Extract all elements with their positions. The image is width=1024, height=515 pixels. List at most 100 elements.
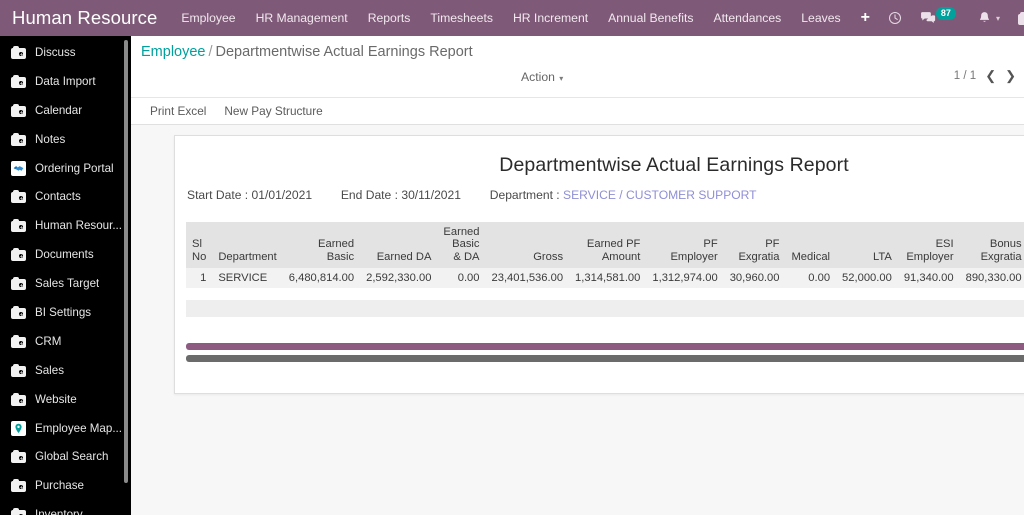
menu-item-hr-management[interactable]: HR Management (246, 0, 358, 36)
breadcrumb-root-link[interactable]: Employee (141, 44, 205, 60)
chevron-right-icon[interactable]: ❯ (1005, 69, 1016, 82)
sidebar-item-label: Calendar (35, 103, 83, 117)
sidebar-scrollbar[interactable] (124, 40, 128, 483)
notifications-button[interactable]: ▾ (970, 0, 1008, 36)
table-cell: 1,314,581.00 (569, 268, 647, 289)
action-dropdown[interactable]: Action ▾ (521, 70, 563, 84)
sidebar-item-employee-map[interactable]: Employee Map... (0, 414, 131, 443)
sidebar-item-list: + Discuss + Data Import + Calendar + Notes Order… (0, 36, 131, 515)
main-content: Employee / Departmentwise Actual Earnings … (131, 36, 1024, 515)
table-header-row: Sl No Department Earned Basic Earned DA Earn… (186, 222, 1024, 269)
sidebar-item-label: Inventory (35, 508, 83, 515)
report-title: Departmentwise Actual Earnings Report (499, 154, 849, 176)
main-menu: Employee HR Management Reports Timesheet… (171, 0, 880, 36)
sidebar-item-documents[interactable]: + Documents (0, 240, 131, 269)
sidebar-item-website[interactable]: + Website (0, 385, 131, 414)
table-cell: 23,401,536.00 (485, 268, 570, 289)
column-header: Earned Basic & DA (437, 222, 486, 269)
new-pay-structure-button[interactable]: New Pay Structure (215, 104, 331, 118)
end-date-label: End Date : (340, 188, 398, 202)
sidebar-item-notes[interactable]: + Notes (0, 125, 131, 154)
sidebar-item-label: Website (35, 392, 77, 406)
activity-clock-button[interactable] (880, 0, 910, 36)
sidebar-item-label: Contacts (35, 190, 81, 204)
column-header: ESI Employer (897, 222, 960, 269)
image-placeholder-icon: + (11, 334, 26, 348)
column-header: Gross (485, 222, 570, 269)
user-menu-button[interactable]: ADMINISTRATOR ▾ (1010, 0, 1024, 36)
sidebar-item-bi-settings[interactable]: + BI Settings (0, 298, 131, 327)
sidebar-item-label: Ordering Portal (35, 161, 114, 175)
navbar-right-tools: 87 ▾ ADMINISTRATOR ▾ (880, 0, 1024, 36)
sidebar-item-data-import[interactable]: + Data Import (0, 67, 131, 96)
menu-item-leaves[interactable]: Leaves (791, 0, 850, 36)
app-brand[interactable]: Human Resource (0, 7, 171, 29)
messages-button[interactable]: 87 (912, 0, 968, 36)
department-label: Department : (489, 188, 560, 202)
handshake-icon (11, 160, 26, 176)
menu-item-annual-benefits[interactable]: Annual Benefits (598, 0, 703, 36)
sidebar-item-sales[interactable]: + Sales (0, 356, 131, 385)
table-row[interactable]: 1 SERVICE 6,480,814.00 2,592,330.00 0.00 23,4… (186, 268, 1024, 289)
sidebar-item-global-search[interactable]: + Global Search (0, 442, 131, 471)
sidebar-item-purchase[interactable]: + Purchase (0, 471, 131, 500)
sidebar-item-label: Purchase (35, 479, 84, 493)
menu-item-hr-increment[interactable]: HR Increment (503, 0, 598, 36)
sidebar-item-label: Human Resour... (35, 219, 122, 233)
image-placeholder-icon: + (11, 190, 26, 204)
table-cell: 6,480,814.00 (282, 268, 361, 289)
start-date-value: 01/01/2021 (251, 188, 313, 202)
sidebar-item-contacts[interactable]: + Contacts (0, 182, 131, 211)
sidebar-item-label: Discuss (35, 45, 76, 59)
image-placeholder-icon: + (11, 103, 26, 117)
breadcrumb: Employee / Departmentwise Actual Earnings … (141, 44, 473, 60)
table-cell: 0.00 (437, 268, 486, 289)
add-menu-button[interactable]: + (851, 0, 880, 36)
sidebar-item-discuss[interactable]: + Discuss (0, 38, 131, 67)
table-cell: 30,960.00 (723, 268, 786, 289)
sidebar-item-label: BI Settings (35, 305, 92, 319)
sidebar-item-label: Documents (35, 248, 94, 262)
column-header: Medical (785, 222, 837, 269)
image-placeholder-icon: + (11, 363, 26, 377)
action-dropdown-label: Action (521, 70, 555, 84)
chat-bubble-icon (920, 12, 936, 23)
menu-item-timesheets[interactable]: Timesheets (420, 0, 503, 36)
sidebar-item-sales-target[interactable]: + Sales Target (0, 269, 131, 298)
table-spacer (175, 288, 1024, 301)
print-excel-button[interactable]: Print Excel (141, 104, 215, 118)
menu-item-attendances[interactable]: Attendances (704, 0, 792, 36)
start-date-label: Start Date : (187, 188, 249, 202)
sidebar-item-human-resour[interactable]: + Human Resour... (0, 211, 131, 240)
chevron-down-icon: ▾ (559, 74, 564, 83)
sidebar-item-label: Sales Target (35, 277, 100, 291)
sidebar-item-calendar[interactable]: + Calendar (0, 96, 131, 125)
pager-count: 1 / 1 (953, 69, 977, 82)
column-header: Sl No (186, 222, 213, 269)
report-meta: Start Date : 01/01/2021 End Date : 30/11… (175, 188, 1024, 202)
image-placeholder-icon: + (11, 74, 26, 88)
sidebar-item-inventory[interactable]: + Inventory (0, 500, 131, 515)
table-cell: 91,340.00 (897, 268, 960, 289)
image-placeholder-icon: + (11, 450, 26, 464)
menu-item-reports[interactable]: Reports (358, 0, 421, 36)
sidebar-item-crm[interactable]: + CRM (0, 327, 131, 356)
image-placeholder-icon: + (11, 45, 26, 59)
sidebar-item-label: Employee Map... (35, 421, 122, 435)
column-header: LTA (836, 222, 898, 269)
sidebar-item-ordering-portal[interactable]: Ordering Portal (0, 154, 131, 183)
menu-item-employee[interactable]: Employee (171, 0, 245, 36)
image-placeholder-icon: + (11, 132, 26, 146)
app-sidebar: + Discuss + Data Import + Calendar + Notes Order… (0, 36, 131, 515)
image-placeholder-icon: + (11, 219, 26, 233)
report-horizontal-scrollbar[interactable] (186, 343, 1024, 350)
column-header: PF Exgratia (723, 222, 786, 269)
department-value: SERVICE / CUSTOMER SUPPORT (563, 188, 757, 202)
sheet-horizontal-scrollbar[interactable] (186, 355, 1024, 362)
sidebar-item-label: Notes (35, 132, 66, 146)
column-header: Department (212, 222, 283, 269)
table-cell: 52,000.00 (836, 268, 898, 289)
column-header: PF Employer (646, 222, 724, 269)
chevron-left-icon[interactable]: ❮ (985, 69, 996, 82)
image-placeholder-icon: + (11, 305, 26, 319)
